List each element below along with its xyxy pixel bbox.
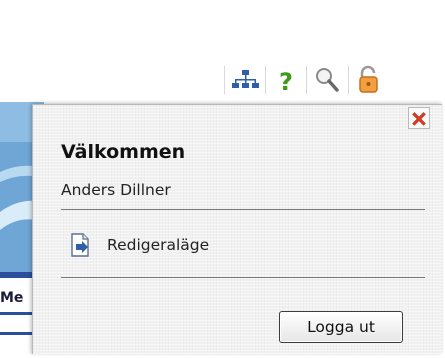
close-icon xyxy=(412,112,426,126)
logout-button[interactable]: Logga ut xyxy=(279,311,403,343)
help-icon[interactable]: ? xyxy=(269,64,303,96)
toolbar-separator xyxy=(224,66,225,94)
toolbar-separator xyxy=(306,66,307,94)
toolbar-separator xyxy=(265,66,266,94)
background-menu-label: Me xyxy=(0,290,24,306)
edit-document-icon xyxy=(69,233,91,257)
svg-text:?: ? xyxy=(279,68,293,96)
user-name: Anders Dillner xyxy=(61,181,171,199)
close-button[interactable] xyxy=(408,107,430,129)
divider xyxy=(61,277,425,278)
edit-mode-link[interactable]: Redigeraläge xyxy=(69,231,209,259)
user-popup: Välkommen Anders Dillner Redigeraläge Lo… xyxy=(32,104,442,354)
popup-title: Välkommen xyxy=(61,141,186,163)
divider xyxy=(61,209,425,210)
edit-mode-label: Redigeraläge xyxy=(107,236,210,254)
lock-icon[interactable] xyxy=(352,64,386,96)
sitemap-icon[interactable] xyxy=(228,64,262,96)
search-icon[interactable] xyxy=(310,64,344,96)
toolbar-separator xyxy=(348,66,349,94)
